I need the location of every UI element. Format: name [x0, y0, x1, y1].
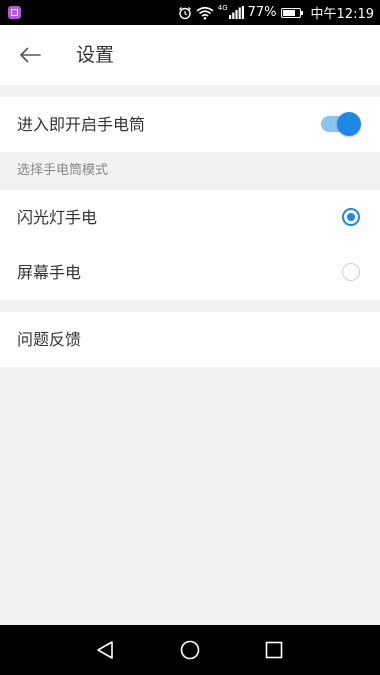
wifi-icon [196, 6, 214, 20]
feedback-row[interactable]: 问题反馈 [0, 312, 380, 367]
mode-option-screen-radio[interactable] [342, 263, 360, 281]
mode-option-flash-label: 闪光灯手电 [17, 208, 98, 227]
mode-option-flash-radio[interactable] [342, 208, 360, 226]
mode-option-screen[interactable]: 屏幕手电 [0, 245, 380, 300]
status-indicators: 4G 77% 中午12:19 [178, 3, 374, 22]
battery-percent: 77% [247, 5, 277, 20]
auto-on-toggle[interactable] [319, 112, 361, 136]
mode-option-flash[interactable]: 闪光灯手电 [0, 190, 380, 245]
clock: 中午12:19 [310, 7, 374, 22]
app-bar: 设置 [0, 25, 380, 85]
nav-recents-button[interactable] [259, 635, 289, 665]
network-type-label: 4G [217, 3, 228, 12]
mode-section-title: 选择手电筒模式 [17, 163, 109, 178]
arrow-left-icon [20, 47, 41, 63]
toggle-knob [337, 112, 361, 136]
gallery-app-icon [8, 6, 21, 19]
recents-square-icon [265, 641, 283, 659]
status-bar: 4G 77% 中午12:19 [0, 0, 380, 25]
auto-on-label: 进入即开启手电筒 [17, 115, 146, 134]
signal-icon [228, 6, 244, 19]
mode-section-header: 选择手电筒模式 [0, 152, 380, 190]
nav-back-button[interactable] [90, 635, 120, 665]
page-title: 设置 [76, 44, 115, 66]
alarm-icon [178, 6, 191, 19]
back-triangle-icon [97, 641, 113, 659]
battery-level-fill [282, 9, 295, 16]
back-button[interactable] [12, 37, 48, 73]
mode-option-screen-label: 屏幕手电 [17, 263, 82, 282]
home-circle-icon [180, 640, 200, 660]
feedback-label: 问题反馈 [17, 330, 82, 349]
nav-home-button[interactable] [175, 635, 205, 665]
navigation-bar [0, 625, 380, 675]
battery-icon [280, 7, 303, 18]
auto-on-setting-row[interactable]: 进入即开启手电筒 [0, 97, 380, 152]
